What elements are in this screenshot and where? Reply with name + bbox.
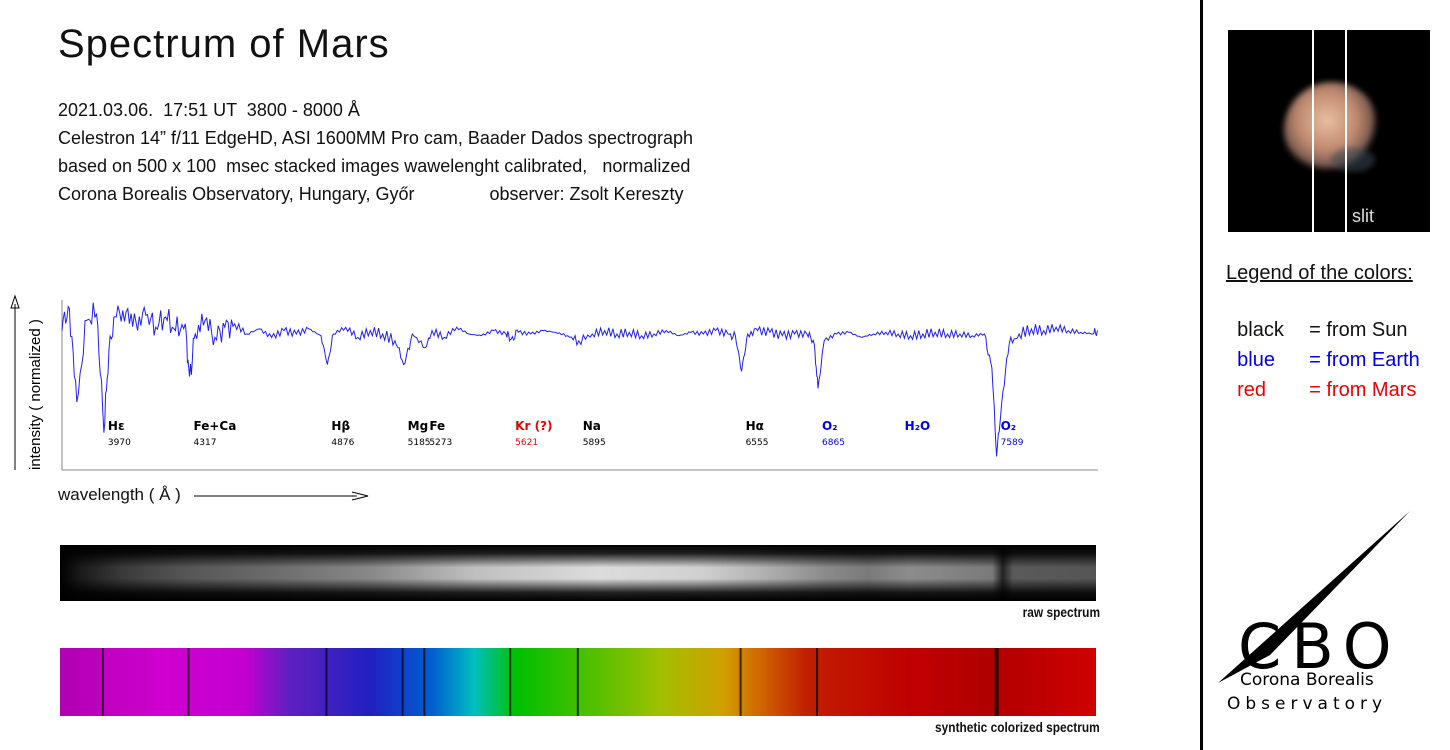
synthetic-absorption-line — [401, 648, 404, 716]
cbo-logo: CBO Corona Borealis Observatory — [1218, 511, 1410, 714]
info-line-processing: based on 500 x 100 msec stacked images w… — [58, 156, 691, 176]
absorption-line-wavelength: 4876 — [331, 438, 354, 448]
raw-spectrum-caption: raw spectrum — [1022, 604, 1100, 620]
synthetic-absorption-line — [423, 648, 426, 716]
legend-title: Legend of the colors: — [1226, 262, 1413, 284]
absorption-line-label: Hβ — [331, 419, 350, 433]
absorption-line-label: O₂ — [1001, 419, 1016, 433]
info-line-equipment: Celestron 14” f/11 EdgeHD, ASI 1600MM Pr… — [58, 128, 693, 148]
chart-axes — [61, 300, 1098, 471]
synthetic-spectrum-caption: synthetic colorized spectrum — [935, 719, 1100, 735]
x-axis-arrow — [193, 491, 368, 501]
legend-value: = from Mars — [1309, 379, 1417, 401]
synthetic-absorption-line — [739, 648, 742, 716]
slit-left-edge — [1312, 30, 1314, 232]
absorption-line-wavelength: 5895 — [583, 438, 606, 448]
synthetic-absorption-line — [187, 648, 190, 716]
synthetic-absorption-lines — [101, 648, 999, 716]
absorption-labels: Hε 3970 Fe+Ca 4317 Hβ 4876 Mg 5185 Fe 5273 Kr (?) 5… — [108, 419, 1024, 448]
mars-dark-region — [1331, 148, 1375, 172]
x-axis-label-group: wavelength ( Å ) — [58, 485, 372, 505]
info-line-observatory: Corona Borealis Observatory, Hungary, Gy… — [58, 184, 684, 204]
synthetic-absorption-line — [325, 648, 328, 716]
absorption-line-wavelength: 3970 — [108, 438, 131, 448]
absorption-line-label: Hα — [746, 419, 764, 433]
absorption-line-wavelength: 4317 — [194, 438, 217, 448]
raw-spectrum-strip — [60, 545, 1096, 601]
synthetic-absorption-line — [994, 648, 999, 716]
synthetic-absorption-line — [576, 648, 579, 716]
legend-key: red — [1237, 379, 1267, 401]
absorption-line-wavelength: 5621 — [515, 438, 538, 448]
absorption-line-wavelength: 5273 — [429, 438, 452, 448]
slit-right-edge — [1345, 30, 1347, 232]
synthetic-absorption-line — [816, 648, 818, 716]
logo-name-line2: Observatory — [1227, 694, 1387, 714]
absorption-line-label: H₂O — [905, 419, 931, 433]
synthetic-absorption-line — [101, 648, 104, 716]
logo-name-line1: Corona Borealis — [1240, 670, 1374, 690]
absorption-line-label: Fe — [429, 419, 445, 433]
legend-item-red: red = from Mars — [1226, 356, 1416, 402]
synthetic-spectrum-strip — [60, 648, 1096, 716]
absorption-line-label: Mg — [408, 419, 429, 433]
page-title: Spectrum of Mars — [58, 22, 390, 66]
synthetic-absorption-line — [509, 648, 512, 716]
absorption-line-label: O₂ — [822, 419, 837, 433]
info-line-date: 2021.03.06. 17:51 UT 3800 - 8000 Å — [58, 100, 360, 120]
observation-info: 2021.03.06. 17:51 UT 3800 - 8000 Å Celes… — [58, 96, 693, 208]
mars-slit-image: slit — [1228, 30, 1430, 232]
absorption-line-label: Hε — [108, 419, 125, 433]
spectrum-line-group — [61, 302, 1099, 457]
absorption-line-label: Kr (?) — [515, 419, 552, 433]
spectrum-chart: Hε 3970 Fe+Ca 4317 Hβ 4876 Mg 5185 Fe 5273 Kr (?) 5… — [61, 300, 1099, 471]
absorption-line-wavelength: 6865 — [822, 438, 845, 448]
x-axis-label: wavelength ( Å ) — [58, 485, 181, 504]
absorption-line-label: Na — [583, 419, 601, 433]
absorption-line-wavelength: 5185 — [408, 438, 431, 448]
absorption-line-wavelength: 7589 — [1001, 438, 1024, 448]
absorption-line-label: Fe+Ca — [194, 419, 237, 433]
divider-line — [1200, 0, 1203, 750]
spectrum-line — [61, 302, 1099, 457]
slit-label: slit — [1352, 206, 1374, 226]
absorption-line-wavelength: 6555 — [746, 438, 769, 448]
